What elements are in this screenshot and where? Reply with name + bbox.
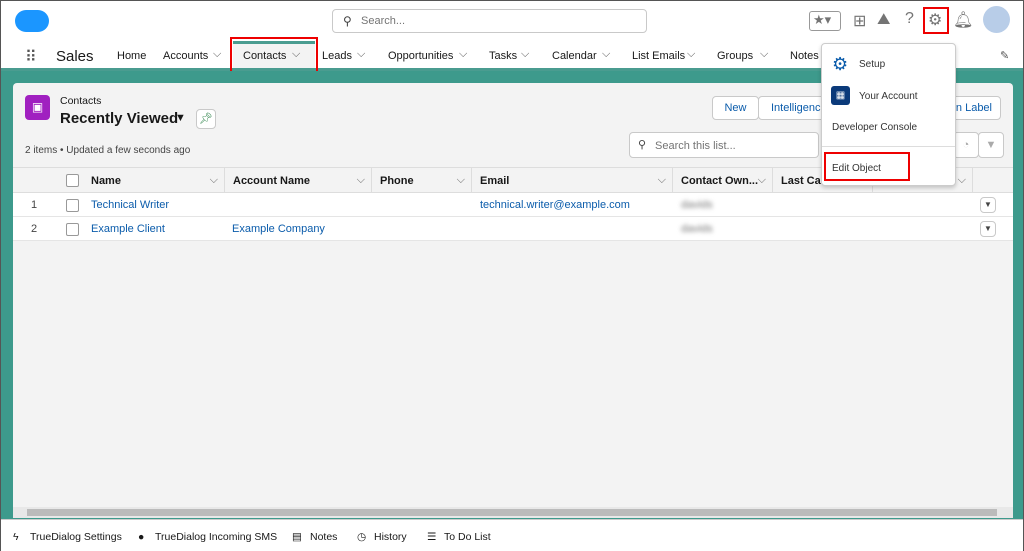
row-actions-dropdown[interactable]: ▼ — [980, 221, 996, 237]
chevron-down-icon[interactable]: ⌵ — [687, 48, 695, 61]
utility-bar: ϟ TrueDialog Settings ● TrueDialog Incom… — [1, 519, 1023, 551]
filter-icon[interactable]: ▼ — [978, 132, 1004, 158]
menu-item-developer-console[interactable]: Developer Console — [832, 122, 917, 133]
row-actions-dropdown[interactable]: ▼ — [980, 197, 996, 213]
todo-list-icon: ☰ — [427, 531, 437, 543]
column-header-contact-owner[interactable]: Contact Own... ⌵ — [673, 168, 773, 194]
column-header-name[interactable]: Name ⌵ — [83, 168, 225, 194]
edit-nav-pencil-icon[interactable]: ✎ — [1000, 49, 1009, 62]
chevron-down-icon[interactable]: ⌵ — [459, 48, 467, 61]
account-name-link[interactable]: Example Company — [232, 223, 325, 235]
gear-highlight-box — [923, 7, 949, 34]
column-header-phone[interactable]: Phone ⌵ — [372, 168, 472, 194]
list-view-title[interactable]: Recently Viewed — [60, 110, 178, 127]
nav-item-opportunities[interactable]: Opportunities — [388, 50, 453, 62]
list-status: 2 items • Updated a few seconds ago — [25, 145, 191, 156]
nav-item-notes[interactable]: Notes — [790, 50, 819, 62]
global-header: ⚲ Search... ★▾ ⊞ ⛰ ? ⚙ 🔔︎ — [1, 1, 1023, 41]
contact-name-link[interactable]: Technical Writer — [91, 199, 169, 211]
history-clock-icon: ◷ — [357, 531, 367, 543]
nav-item-calendar[interactable]: Calendar — [552, 50, 597, 62]
column-header-account-name[interactable]: Account Name ⌵ — [225, 168, 372, 194]
chat-bubble-icon: ● — [138, 531, 145, 543]
your-account-icon: ▦ — [831, 86, 850, 105]
chevron-down-icon[interactable]: ⌵ — [958, 174, 966, 187]
column-header-email[interactable]: Email ⌵ — [472, 168, 673, 194]
avatar[interactable] — [983, 6, 1010, 33]
edit-object-highlight-box — [824, 152, 910, 181]
chevron-down-icon[interactable]: ⌵ — [357, 174, 365, 187]
nav-item-leads[interactable]: Leads — [322, 50, 352, 62]
nav-item-tasks[interactable]: Tasks — [489, 50, 517, 62]
app-name: Sales — [56, 48, 94, 65]
chevron-down-icon[interactable]: ⌵ — [213, 48, 221, 61]
menu-item-setup[interactable]: Setup — [859, 59, 885, 70]
salesforce-logo[interactable] — [15, 10, 49, 32]
nav-item-accounts[interactable]: Accounts — [163, 50, 208, 62]
trailhead-icon[interactable]: ⛰ — [877, 11, 890, 29]
list-search-input[interactable]: ⚲ Search this list... — [629, 132, 819, 158]
favorites-star-icon[interactable]: ★▾ — [809, 11, 841, 31]
search-icon: ⚲ — [638, 139, 647, 151]
contacts-highlight-box — [230, 37, 318, 73]
utility-truedialog-incoming-sms[interactable]: TrueDialog Incoming SMS — [155, 531, 277, 543]
chevron-down-icon[interactable]: ⌵ — [758, 174, 766, 187]
contact-owner: davids — [681, 223, 713, 235]
new-button[interactable]: New — [712, 96, 759, 120]
nav-item-home[interactable]: Home — [117, 50, 146, 62]
chevron-down-icon[interactable]: ⌵ — [602, 48, 610, 61]
search-icon: ⚲ — [343, 14, 352, 28]
nav-item-list-emails[interactable]: List Emails — [632, 50, 685, 62]
row-checkbox[interactable] — [66, 199, 79, 212]
chevron-down-icon[interactable]: ⌵ — [760, 48, 768, 61]
pin-icon[interactable]: 📌︎ — [196, 109, 216, 129]
chevron-down-icon[interactable]: ⌵ — [521, 48, 529, 61]
chart-icon[interactable]: ◔ — [953, 132, 979, 158]
intelligence-button[interactable]: Intelligence — [758, 96, 828, 120]
utility-truedialog-settings[interactable]: TrueDialog Settings — [30, 531, 122, 543]
notifications-bell-icon[interactable]: 🔔︎ — [953, 10, 973, 30]
email-link[interactable]: technical.writer@example.com — [480, 199, 630, 211]
contact-name-link[interactable]: Example Client — [91, 223, 165, 235]
chevron-down-icon[interactable]: ⌵ — [658, 174, 666, 187]
scrollbar-thumb[interactable] — [27, 509, 997, 516]
notes-icon: ▤ — [292, 531, 302, 543]
menu-item-your-account[interactable]: Your Account — [859, 91, 918, 102]
nav-item-groups[interactable]: Groups — [717, 50, 753, 62]
list-view-dropdown-icon[interactable]: ▼ — [175, 112, 186, 124]
utility-to-do-list[interactable]: To Do List — [444, 531, 491, 543]
contact-owner: davids — [681, 199, 713, 211]
table-row: 1 Technical Writer technical.writer@exam… — [13, 193, 1013, 217]
app-launcher-icon[interactable]: ⠿ — [25, 47, 37, 67]
help-icon[interactable]: ? — [905, 10, 914, 28]
chevron-down-icon[interactable]: ⌵ — [210, 174, 218, 187]
object-label: Contacts — [60, 95, 102, 107]
select-all-checkbox[interactable] — [66, 174, 79, 187]
chevron-down-icon[interactable]: ⌵ — [357, 48, 365, 61]
menu-divider — [822, 146, 955, 147]
utility-notes[interactable]: Notes — [310, 531, 337, 543]
chevron-down-icon[interactable]: ⌵ — [457, 174, 465, 187]
lightning-bolt-icon: ϟ — [13, 531, 19, 543]
utility-history[interactable]: History — [374, 531, 407, 543]
global-search-input[interactable]: ⚲ Search... — [332, 9, 647, 33]
setup-gear-icon: ⚙ — [832, 54, 849, 74]
horizontal-scrollbar[interactable] — [13, 507, 1013, 518]
row-checkbox[interactable] — [66, 223, 79, 236]
contacts-object-icon: ▣ — [25, 95, 50, 120]
table-row: 2 Example Client Example Company davids … — [13, 217, 1013, 241]
global-create-icon[interactable]: ⊞ — [853, 11, 866, 31]
